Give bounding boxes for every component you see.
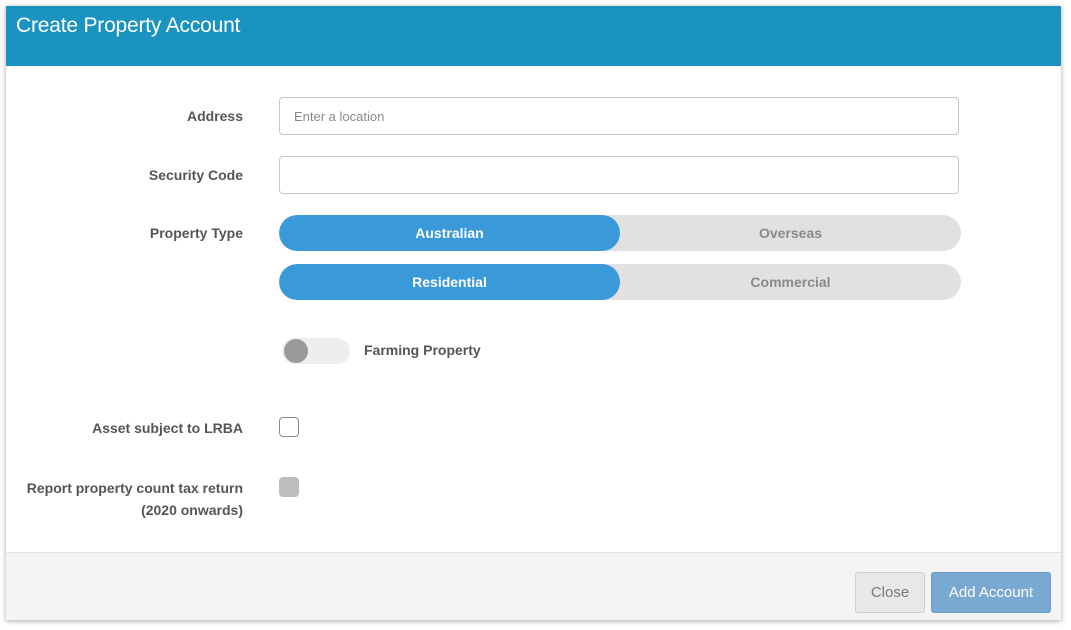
commercial-option[interactable]: Commercial	[620, 264, 961, 300]
farming-property-switch[interactable]	[282, 338, 350, 364]
dialog-footer: Close Add Account	[6, 552, 1061, 620]
australian-option[interactable]: Australian	[279, 215, 620, 251]
report-count-label-line1: Report property count tax return	[26, 480, 243, 496]
property-usage-toggle: Residential Commercial	[279, 264, 961, 300]
create-property-account-dialog: Create Property Account Address Security…	[6, 6, 1061, 620]
dialog-header: Create Property Account	[6, 6, 1061, 66]
close-button[interactable]: Close	[855, 572, 925, 613]
security-code-input[interactable]	[279, 156, 959, 194]
report-count-checkbox[interactable]	[279, 477, 299, 497]
dialog-title: Create Property Account	[16, 14, 241, 37]
security-code-label: Security Code	[148, 167, 243, 183]
farming-property-label: Farming Property	[364, 342, 481, 358]
address-input[interactable]	[279, 97, 959, 135]
overseas-option[interactable]: Overseas	[620, 215, 961, 251]
address-label: Address	[186, 108, 243, 124]
property-type-label: Property Type	[149, 225, 243, 241]
switch-knob	[284, 339, 308, 363]
lrba-checkbox[interactable]	[279, 417, 299, 437]
residential-option[interactable]: Residential	[279, 264, 620, 300]
report-count-label-line2: (2020 onwards)	[141, 502, 243, 518]
add-account-button[interactable]: Add Account	[931, 572, 1051, 613]
property-location-toggle: Australian Overseas	[279, 215, 961, 251]
lrba-label: Asset subject to LRBA	[92, 420, 243, 436]
